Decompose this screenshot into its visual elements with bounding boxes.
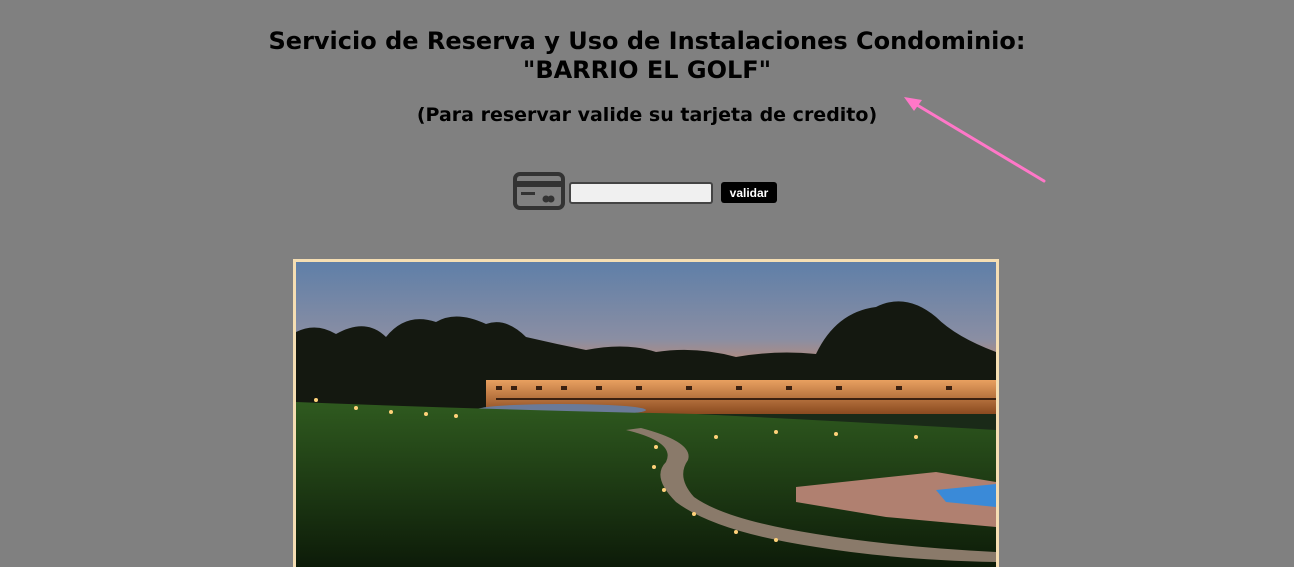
condominium-photo (293, 259, 999, 567)
credit-card-input[interactable] (569, 182, 713, 204)
page-title-line2: "BARRIO EL GOLF" (522, 56, 772, 84)
credit-card-icon (513, 172, 565, 210)
condominium-night-photo (296, 262, 996, 567)
validate-button[interactable]: validar (721, 182, 777, 203)
page-title: Servicio de Reserva y Uso de Instalacion… (0, 27, 1294, 85)
page: Servicio de Reserva y Uso de Instalacion… (0, 0, 1294, 567)
page-subtitle: (Para reservar valide su tarjeta de cred… (416, 104, 878, 126)
page-title-line1: Servicio de Reserva y Uso de Instalacion… (268, 27, 1026, 55)
